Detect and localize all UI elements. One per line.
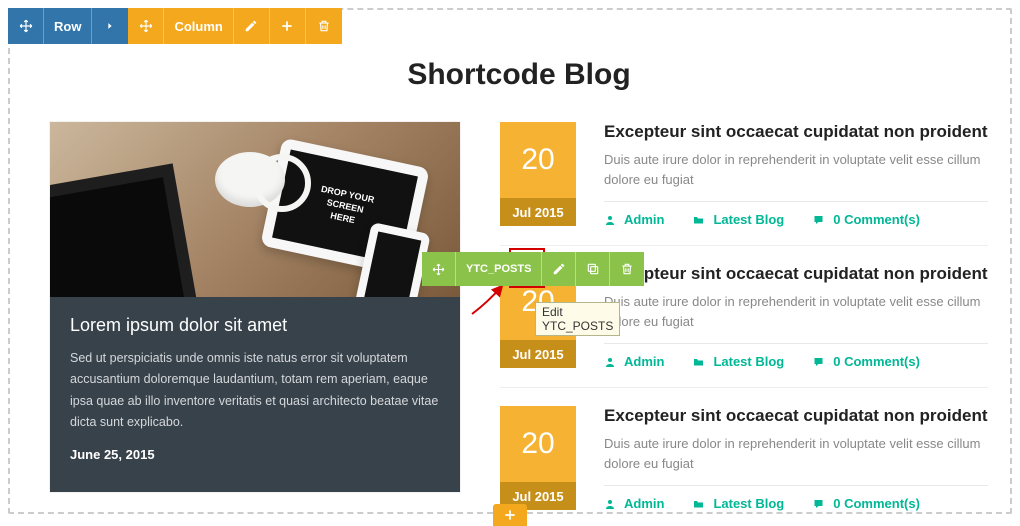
drag-column-button[interactable] xyxy=(128,8,164,44)
featured-body: Lorem ipsum dolor sit amet Sed ut perspi… xyxy=(50,297,460,492)
column-label-button[interactable]: Column xyxy=(164,8,233,44)
post-excerpt: Duis aute irure dolor in reprehenderit i… xyxy=(604,434,988,473)
list-item[interactable]: 20 Jul 2015 Excepteur sint occaecat cupi… xyxy=(500,122,988,246)
post-text: Excepteur sint occaecat cupidatat non pr… xyxy=(604,122,988,227)
page-content: Shortcode Blog FREE WILOF FOR YOU DROP Y… xyxy=(50,58,988,510)
post-meta: Admin Latest Blog 0 Comment(s) xyxy=(604,354,988,369)
post-month: Jul 2015 xyxy=(500,340,576,368)
drag-row-button[interactable] xyxy=(8,8,44,44)
post-title[interactable]: Excepteur sint occaecat cupidatat non pr… xyxy=(604,264,988,284)
post-author[interactable]: Admin xyxy=(604,496,664,511)
post-meta: Admin Latest Blog 0 Comment(s) xyxy=(604,212,988,227)
row-controls: Row xyxy=(8,8,128,44)
comment-icon xyxy=(812,214,825,226)
post-month: Jul 2015 xyxy=(500,198,576,226)
delete-ytc-button[interactable] xyxy=(610,252,644,286)
post-category[interactable]: Latest Blog xyxy=(692,354,784,369)
post-author[interactable]: Admin xyxy=(604,212,664,227)
ytc-controls-group: YTC_POSTS xyxy=(422,252,644,286)
add-column-button[interactable] xyxy=(270,8,306,44)
ytc-name-button[interactable]: YTC_POSTS xyxy=(456,252,542,286)
row-label-button[interactable]: Row xyxy=(44,8,92,44)
post-meta: Admin Latest Blog 0 Comment(s) xyxy=(604,496,988,511)
post-excerpt: Duis aute irure dolor in reprehenderit i… xyxy=(604,292,988,331)
drag-ytc-button[interactable] xyxy=(422,252,456,286)
folder-icon xyxy=(692,214,705,226)
builder-toolbar: Row Column xyxy=(8,8,342,44)
delete-column-button[interactable] xyxy=(306,8,342,44)
folder-icon xyxy=(692,498,705,510)
post-day: 20 xyxy=(500,406,576,482)
laptop-screen-text: FREE WILOF FOR YOU xyxy=(50,177,190,297)
divider xyxy=(604,201,988,202)
featured-heading: Lorem ipsum dolor sit amet xyxy=(70,315,440,336)
row-expand-button[interactable] xyxy=(92,8,128,44)
column-controls: Column xyxy=(128,8,341,44)
post-text: Excepteur sint occaecat cupidatat non pr… xyxy=(604,264,988,369)
user-icon xyxy=(604,356,616,368)
ytc-tooltip: Edit YTC_POSTS xyxy=(535,302,620,336)
post-excerpt: Duis aute irure dolor in reprehenderit i… xyxy=(604,150,988,189)
divider xyxy=(604,343,988,344)
list-item[interactable]: 20 Jul 2015 Excepteur sint occaecat cupi… xyxy=(500,406,988,511)
columns: FREE WILOF FOR YOU DROP YOUR SCREEN HERE… xyxy=(50,122,988,511)
post-title[interactable]: Excepteur sint occaecat cupidatat non pr… xyxy=(604,122,988,142)
post-day: 20 xyxy=(500,122,576,198)
comment-icon xyxy=(812,498,825,510)
user-icon xyxy=(604,498,616,510)
post-datebox: 20 Jul 2015 xyxy=(500,122,576,227)
post-comments[interactable]: 0 Comment(s) xyxy=(812,354,920,369)
folder-icon xyxy=(692,356,705,368)
edit-ytc-button[interactable] xyxy=(542,252,576,286)
user-icon xyxy=(604,214,616,226)
featured-excerpt: Sed ut perspiciatis unde omnis iste natu… xyxy=(70,348,440,433)
post-category[interactable]: Latest Blog xyxy=(692,496,784,511)
featured-image: FREE WILOF FOR YOU DROP YOUR SCREEN HERE xyxy=(50,122,460,297)
featured-column: FREE WILOF FOR YOU DROP YOUR SCREEN HERE… xyxy=(50,122,460,511)
edit-column-button[interactable] xyxy=(234,8,270,44)
featured-card[interactable]: FREE WILOF FOR YOU DROP YOUR SCREEN HERE… xyxy=(50,122,460,492)
clone-ytc-button[interactable] xyxy=(576,252,610,286)
add-section-button[interactable] xyxy=(493,504,527,526)
comment-icon xyxy=(812,356,825,368)
post-comments[interactable]: 0 Comment(s) xyxy=(812,212,920,227)
post-author[interactable]: Admin xyxy=(604,354,664,369)
post-text: Excepteur sint occaecat cupidatat non pr… xyxy=(604,406,988,511)
featured-date: June 25, 2015 xyxy=(70,447,440,462)
post-title[interactable]: Excepteur sint occaecat cupidatat non pr… xyxy=(604,406,988,426)
divider xyxy=(604,485,988,486)
post-comments[interactable]: 0 Comment(s) xyxy=(812,496,920,511)
post-datebox: 20 Jul 2015 xyxy=(500,406,576,511)
ytc-posts-controls: YTC_POSTS xyxy=(422,252,644,286)
page-title: Shortcode Blog xyxy=(50,58,988,92)
post-category[interactable]: Latest Blog xyxy=(692,212,784,227)
